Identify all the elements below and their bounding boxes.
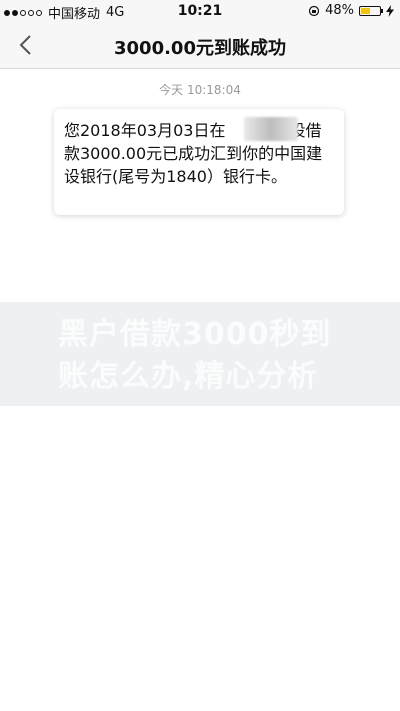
back-button[interactable] <box>10 28 40 62</box>
message-timestamp: 今天 10:18:04 <box>159 83 241 97</box>
message-bubble[interactable]: 您2018年03月03日在 设借款3000.00元已成功汇到你的中国建设银行(尾… <box>54 109 344 215</box>
page-title: 3000.00元到账成功 <box>114 38 286 59</box>
charging-bolt-icon <box>386 4 394 17</box>
rotation-lock-icon <box>308 5 320 16</box>
status-bar-right: 48% <box>308 3 394 18</box>
battery-icon <box>359 5 383 16</box>
status-bar: 中国移动 4G 10:21 48% <box>0 0 400 22</box>
watermark-banner: 黑户借款3000秒到账怎么办,精心分析 <box>0 302 400 406</box>
navigation-bar: 3000.00元到账成功 <box>0 22 400 69</box>
chevron-left-icon <box>19 35 31 55</box>
redaction-block <box>244 117 298 141</box>
battery-percent: 48% <box>325 3 354 18</box>
watermark-text: 黑户借款3000秒到账怎么办,精心分析 <box>58 317 332 394</box>
